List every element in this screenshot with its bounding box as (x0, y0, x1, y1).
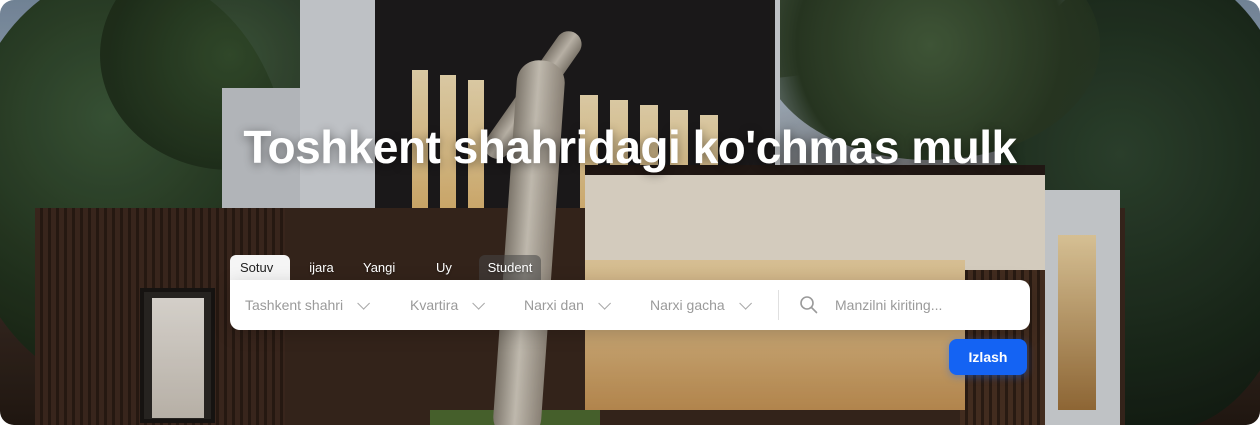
property-type-value: Kvartira (410, 297, 459, 313)
price-to-select[interactable]: Narxi gacha (650, 280, 778, 330)
address-search (799, 280, 1015, 330)
search-button[interactable]: Izlash (949, 339, 1027, 375)
property-type-select[interactable]: Kvartira (410, 280, 524, 330)
chevron-down-icon (472, 296, 486, 310)
chevron-down-icon (357, 296, 371, 310)
address-search-input[interactable] (835, 297, 1015, 313)
tab-yangi[interactable]: Yangi (353, 255, 409, 280)
tab-sotuv[interactable]: Sotuv (230, 255, 290, 280)
price-from-select[interactable]: Narxi dan (524, 280, 650, 330)
tab-student[interactable]: Student (479, 255, 541, 280)
chevron-down-icon (738, 296, 752, 310)
hero-banner: Toshkent shahridagi ko'chmas mulk Sotuv … (0, 0, 1260, 425)
price-to-value: Narxi gacha (650, 297, 725, 313)
tab-ijara[interactable]: ijara (290, 255, 353, 280)
image-overlay (0, 0, 1260, 425)
price-from-value: Narxi dan (524, 297, 584, 313)
chevron-down-icon (598, 296, 611, 310)
search-panel: Tashkent shahri Kvartira Narxi dan Narxi… (230, 280, 1030, 330)
page-title: Toshkent shahridagi ko'chmas mulk (243, 121, 1017, 173)
city-select-value: Tashkent shahri (245, 297, 344, 313)
tab-uy[interactable]: Uy (409, 255, 479, 280)
divider (778, 290, 779, 320)
listing-type-tabs: Sotuv ijara Yangi Uy Student (230, 255, 541, 280)
city-select[interactable]: Tashkent shahri (245, 280, 410, 330)
search-icon (799, 295, 819, 315)
